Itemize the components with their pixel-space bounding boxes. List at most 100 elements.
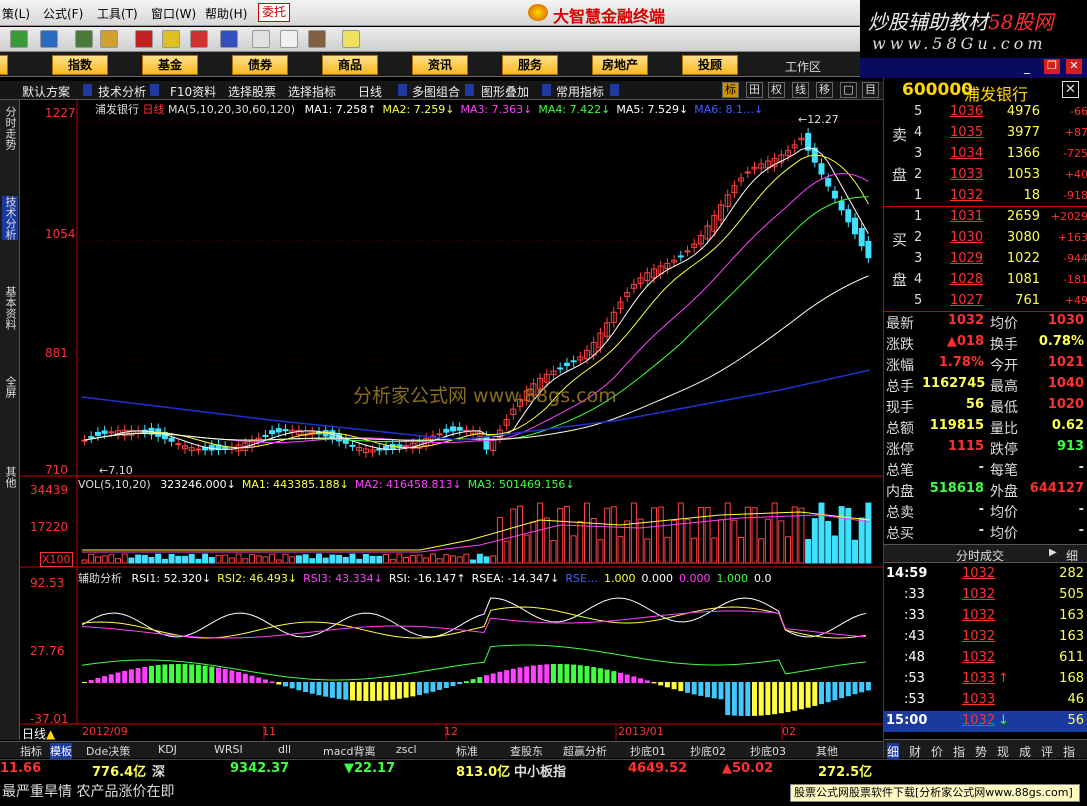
- indicator-tab[interactable]: KDJ: [158, 743, 177, 756]
- info-icon[interactable]: [135, 30, 153, 48]
- menu-item-formula[interactable]: 公式(F): [43, 5, 83, 22]
- indicator-tab[interactable]: 其他: [816, 743, 838, 759]
- right-tab[interactable]: 势: [975, 743, 987, 760]
- menu-item-tools[interactable]: 工具(T): [97, 5, 138, 22]
- category-fund[interactable]: 基金: [142, 55, 198, 75]
- order-row[interactable]: 5 1027 761 +49: [884, 291, 1087, 312]
- menu-item-help[interactable]: 帮助(H): [205, 5, 247, 22]
- right-tab[interactable]: 成: [1019, 743, 1031, 760]
- category-partial[interactable]: [0, 55, 8, 75]
- indicator-tab[interactable]: 抄底03: [750, 743, 786, 759]
- trade-row[interactable]: 15:00 1032 ↓ 56: [884, 711, 1087, 732]
- category-index[interactable]: 指数: [52, 55, 108, 75]
- strip-select-indicator[interactable]: 选择指标: [288, 83, 336, 100]
- help-pointer-icon[interactable]: [342, 30, 360, 48]
- right-tab[interactable]: 细: [887, 743, 900, 760]
- entrust-button[interactable]: 委托: [258, 3, 290, 22]
- side-tab-other[interactable]: 其他: [2, 466, 18, 488]
- side-tab-fullscreen[interactable]: 全屏: [2, 376, 18, 398]
- category-service[interactable]: 服务: [502, 55, 558, 75]
- menu-item-strategy[interactable]: 策(L): [2, 5, 30, 22]
- rights-button[interactable]: 权: [768, 82, 785, 98]
- strip-select-stock[interactable]: 选择股票: [228, 83, 276, 100]
- flag-icon[interactable]: [10, 30, 28, 48]
- indicator-tab[interactable]: dll: [278, 743, 291, 756]
- dropdown-arrow-icon[interactable]: [465, 84, 474, 96]
- order-row[interactable]: 4 1035 3977 +87: [884, 123, 1087, 144]
- order-row[interactable]: 1 1032 18 -918: [884, 186, 1087, 207]
- trade-row[interactable]: :33 1032 505: [884, 585, 1087, 606]
- right-tab[interactable]: 指: [953, 743, 965, 760]
- strip-default-scheme[interactable]: 默认方案: [22, 83, 70, 100]
- menu-item-window[interactable]: 窗口(W): [151, 5, 196, 22]
- minimize-icon[interactable]: _: [1024, 60, 1030, 74]
- play-icon[interactable]: ▶: [1049, 547, 1057, 558]
- gear-icon[interactable]: [100, 30, 118, 48]
- side-tab-intraday[interactable]: 分时走势: [2, 106, 18, 150]
- trade-row[interactable]: :53 1033 46: [884, 690, 1087, 711]
- indicator-tab[interactable]: 指标: [20, 743, 42, 759]
- indicator-tab[interactable]: 查股东: [510, 743, 543, 759]
- category-commodity[interactable]: 商品: [322, 55, 378, 75]
- category-news[interactable]: 资讯: [412, 55, 468, 75]
- table-icon[interactable]: [280, 30, 298, 48]
- strip-multi-chart[interactable]: 多图组合: [412, 83, 460, 100]
- strip-overlay[interactable]: 图形叠加: [481, 83, 529, 100]
- indicator-tab[interactable]: macd背离: [323, 743, 376, 759]
- indicator-tab[interactable]: 抄底02: [690, 743, 726, 759]
- trade-row[interactable]: :33 1032 163: [884, 606, 1087, 627]
- close-icon[interactable]: ✕: [1066, 59, 1082, 74]
- indicator-tab[interactable]: Dde决策: [86, 743, 130, 759]
- dropdown-arrow-icon[interactable]: [398, 84, 407, 96]
- globe-icon[interactable]: [220, 30, 238, 48]
- strip-common-indicators[interactable]: 常用指标: [556, 83, 604, 100]
- indicator-tab[interactable]: WRSI: [214, 743, 243, 756]
- order-row[interactable]: 1 1031 2659 +2029: [884, 207, 1087, 228]
- side-tab-fundamentals[interactable]: 基本资料: [2, 286, 18, 330]
- trades-detail-button[interactable]: 细: [1066, 547, 1078, 564]
- dropdown-arrow-icon[interactable]: [83, 84, 92, 96]
- order-row[interactable]: 4 1028 1081 -181: [884, 270, 1087, 291]
- trade-row[interactable]: :53 1033 ↑ 168: [884, 669, 1087, 690]
- mark-button[interactable]: 标: [722, 82, 739, 98]
- order-row[interactable]: 3 1034 1366 -725: [884, 144, 1087, 165]
- promo-banner[interactable]: 股票公式网股票软件下载[分析家公式网www.88gs.com]: [790, 784, 1080, 802]
- workarea-label[interactable]: 工作区: [785, 58, 821, 75]
- indicator-tab[interactable]: zscl: [396, 743, 417, 756]
- right-tab[interactable]: 现: [997, 743, 1009, 760]
- right-tab[interactable]: 评: [1041, 743, 1053, 760]
- window-icon[interactable]: [252, 30, 270, 48]
- indicator-tab[interactable]: 抄底01: [630, 743, 666, 759]
- trade-row[interactable]: 14:59 1032 282: [884, 564, 1087, 585]
- strip-f10[interactable]: F10资料: [170, 83, 216, 100]
- category-advisor[interactable]: 投顾: [682, 55, 738, 75]
- dropdown-arrow-icon[interactable]: [610, 84, 619, 96]
- trade-row[interactable]: :43 1032 163: [884, 627, 1087, 648]
- dropdown-arrow-icon[interactable]: [150, 84, 159, 96]
- side-tab-technical[interactable]: 技术分析: [2, 196, 18, 240]
- dropdown-arrow-icon[interactable]: [542, 84, 551, 96]
- move-button[interactable]: 移: [816, 82, 833, 98]
- kline-chart[interactable]: [20, 100, 883, 740]
- menu-button[interactable]: 目: [862, 82, 879, 98]
- grid-button[interactable]: 田: [746, 82, 763, 98]
- right-tab[interactable]: 价: [931, 743, 943, 760]
- diamond-icon[interactable]: [162, 30, 180, 48]
- news-text[interactable]: 最严重旱情 农产品涨价在即: [2, 781, 174, 801]
- line-button[interactable]: 线: [792, 82, 809, 98]
- chart-icon[interactable]: [40, 30, 58, 48]
- right-tab[interactable]: 指: [1063, 743, 1075, 760]
- order-row[interactable]: 5 1036 4976 -66: [884, 102, 1087, 123]
- order-row[interactable]: 2 1033 1053 +40: [884, 165, 1087, 186]
- period-button[interactable]: 日线▲: [22, 725, 55, 742]
- order-row[interactable]: 2 1030 3080 +163: [884, 228, 1087, 249]
- books-icon[interactable]: [308, 30, 326, 48]
- restore-icon[interactable]: ❐: [1044, 59, 1060, 74]
- category-bond[interactable]: 债券: [232, 55, 288, 75]
- indicator-tab[interactable]: 标准: [456, 743, 478, 759]
- record-icon[interactable]: [190, 30, 208, 48]
- right-tab[interactable]: 财: [909, 743, 921, 760]
- close-icon[interactable]: ✕: [1062, 81, 1079, 98]
- strip-technical-analysis[interactable]: 技术分析: [98, 83, 146, 100]
- indicator-tab[interactable]: 模板: [50, 743, 72, 759]
